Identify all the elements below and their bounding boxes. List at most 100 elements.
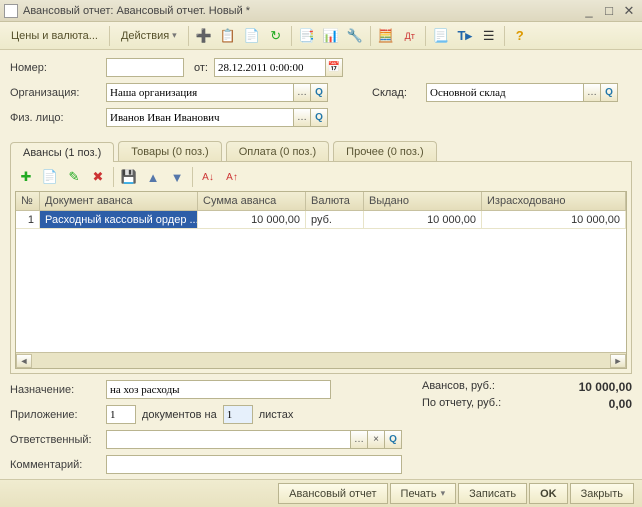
- titlebar: Авансовый отчет: Авансовый отчет. Новый …: [0, 0, 642, 22]
- sklad-label: Склад:: [372, 87, 420, 99]
- row-save-icon[interactable]: 💾: [118, 166, 140, 188]
- comment-input[interactable]: [106, 455, 402, 474]
- tab-goods[interactable]: Товары (0 поз.): [118, 141, 221, 161]
- structure-icon[interactable]: 🔧: [344, 25, 366, 47]
- col-spent[interactable]: Израсходовано: [482, 192, 626, 210]
- sheets-label: листах: [259, 409, 294, 421]
- scroll-right-icon[interactable]: ►: [610, 354, 626, 368]
- date-input[interactable]: [214, 58, 326, 77]
- ok-button[interactable]: OK: [529, 483, 568, 504]
- basedon-icon[interactable]: 📑: [296, 25, 318, 47]
- document-icon[interactable]: 📄: [241, 25, 263, 47]
- avans-label: Авансов, руб.:: [422, 380, 495, 394]
- report-icon[interactable]: 📃: [430, 25, 452, 47]
- comment-label: Комментарий:: [10, 459, 100, 471]
- cell-cur[interactable]: руб.: [306, 211, 364, 228]
- footer: Авансовый отчет Печать Записать OK Закры…: [0, 479, 642, 507]
- dtkt-icon[interactable]: Дт: [399, 25, 421, 47]
- row-edit-icon[interactable]: ✎: [63, 166, 85, 188]
- minimize-button[interactable]: _: [580, 3, 598, 19]
- actions-menu[interactable]: Действия: [114, 25, 184, 47]
- purpose-label: Назначение:: [10, 384, 100, 396]
- window-title: Авансовый отчет: Авансовый отчет. Новый …: [23, 5, 578, 17]
- cell-n[interactable]: 1: [16, 211, 40, 228]
- help-icon[interactable]: ?: [509, 25, 531, 47]
- resp-select-icon[interactable]: …: [351, 430, 368, 449]
- person-select-icon[interactable]: …: [294, 108, 311, 127]
- report-button[interactable]: Авансовый отчет: [278, 483, 387, 504]
- docs-label: документов на: [142, 409, 217, 421]
- write-button[interactable]: Записать: [458, 483, 527, 504]
- tab-other[interactable]: Прочее (0 поз.): [333, 141, 436, 161]
- sheets-count-input[interactable]: [223, 405, 253, 424]
- close-button[interactable]: ✕: [620, 3, 638, 19]
- person-open-icon[interactable]: Q: [311, 108, 328, 127]
- maximize-button[interactable]: □: [600, 3, 618, 19]
- clipboard-icon[interactable]: 📋: [217, 25, 239, 47]
- fill-icon[interactable]: 🧮: [375, 25, 397, 47]
- docs-count-input[interactable]: [106, 405, 136, 424]
- org-input[interactable]: [106, 83, 294, 102]
- attach-label: Приложение:: [10, 409, 100, 421]
- row-down-icon[interactable]: ▼: [166, 166, 188, 188]
- close-footer-button[interactable]: Закрыть: [570, 483, 634, 504]
- movements-icon[interactable]: 📊: [320, 25, 342, 47]
- table-row[interactable]: 1 Расходный кассовый ордер ... 10 000,00…: [16, 211, 626, 229]
- form-header: Номер: от: 📅 Организация: … Q Склад: … Q…: [0, 50, 642, 135]
- col-issued[interactable]: Выдано: [364, 192, 482, 210]
- resp-input[interactable]: [106, 430, 351, 449]
- row-add-icon[interactable]: ✚: [15, 166, 37, 188]
- row-copy-icon[interactable]: 📄: [39, 166, 61, 188]
- col-sum[interactable]: Сумма аванса: [198, 192, 306, 210]
- grid-body[interactable]: 1 Расходный кассовый ордер ... 10 000,00…: [16, 211, 626, 352]
- tabstrip: Авансы (1 поз.) Товары (0 поз.) Оплата (…: [0, 135, 642, 161]
- cell-spent[interactable]: 10 000,00: [482, 211, 626, 228]
- tab-pane: ✚ 📄 ✎ ✖ 💾 ▲ ▼ A↓ A↑ № Документ аванса Су…: [10, 161, 632, 374]
- col-n[interactable]: №: [16, 192, 40, 210]
- report-label: По отчету, руб.:: [422, 397, 501, 411]
- row-up-icon[interactable]: ▲: [142, 166, 164, 188]
- cell-doc[interactable]: Расходный кассовый ордер ...: [40, 211, 198, 228]
- sort-desc-icon[interactable]: A↑: [221, 166, 243, 188]
- cell-sum[interactable]: 10 000,00: [198, 211, 306, 228]
- sklad-open-icon[interactable]: Q: [601, 83, 618, 102]
- grid-hscroll[interactable]: ◄ ►: [16, 352, 626, 368]
- calendar-icon[interactable]: 📅: [326, 58, 343, 77]
- prices-button[interactable]: Цены и валюта...: [4, 25, 105, 47]
- tab-avans[interactable]: Авансы (1 поз.): [10, 142, 114, 162]
- main-toolbar: Цены и валюта... Действия ➕ 📋 📄 ↻ 📑 📊 🔧 …: [0, 22, 642, 50]
- report-value: 0,00: [609, 397, 632, 411]
- bottom-area: Назначение: Приложение: документов на ли…: [0, 374, 642, 482]
- purpose-input[interactable]: [106, 380, 331, 399]
- org-label: Организация:: [10, 87, 100, 99]
- col-doc[interactable]: Документ аванса: [40, 192, 198, 210]
- org-select-icon[interactable]: …: [294, 83, 311, 102]
- tab-pay[interactable]: Оплата (0 поз.): [226, 141, 329, 161]
- resp-label: Ответственный:: [10, 434, 100, 446]
- org-open-icon[interactable]: Q: [311, 83, 328, 102]
- resp-open-icon[interactable]: Q: [385, 430, 402, 449]
- person-label: Физ. лицо:: [10, 112, 100, 124]
- sklad-select-icon[interactable]: …: [584, 83, 601, 102]
- grid-header: № Документ аванса Сумма аванса Валюта Вы…: [16, 192, 626, 211]
- row-delete-icon[interactable]: ✖: [87, 166, 109, 188]
- sklad-input[interactable]: [426, 83, 584, 102]
- from-label: от:: [194, 62, 208, 74]
- grid-toolbar: ✚ 📄 ✎ ✖ 💾 ▲ ▼ A↓ A↑: [15, 166, 627, 188]
- print-button[interactable]: Печать: [390, 483, 457, 504]
- cell-issued[interactable]: 10 000,00: [364, 211, 482, 228]
- number-input[interactable]: [106, 58, 184, 77]
- refresh-icon[interactable]: ↻: [265, 25, 287, 47]
- grid[interactable]: № Документ аванса Сумма аванса Валюта Вы…: [15, 191, 627, 369]
- t-button-icon[interactable]: Т▸: [454, 25, 476, 47]
- col-cur[interactable]: Валюта: [306, 192, 364, 210]
- settings-icon[interactable]: ☰: [478, 25, 500, 47]
- add-icon[interactable]: ➕: [193, 25, 215, 47]
- scroll-left-icon[interactable]: ◄: [16, 354, 32, 368]
- number-label: Номер:: [10, 62, 100, 74]
- app-icon: [4, 4, 18, 18]
- sort-asc-icon[interactable]: A↓: [197, 166, 219, 188]
- resp-clear-icon[interactable]: ×: [368, 430, 385, 449]
- avans-value: 10 000,00: [579, 380, 632, 394]
- person-input[interactable]: [106, 108, 294, 127]
